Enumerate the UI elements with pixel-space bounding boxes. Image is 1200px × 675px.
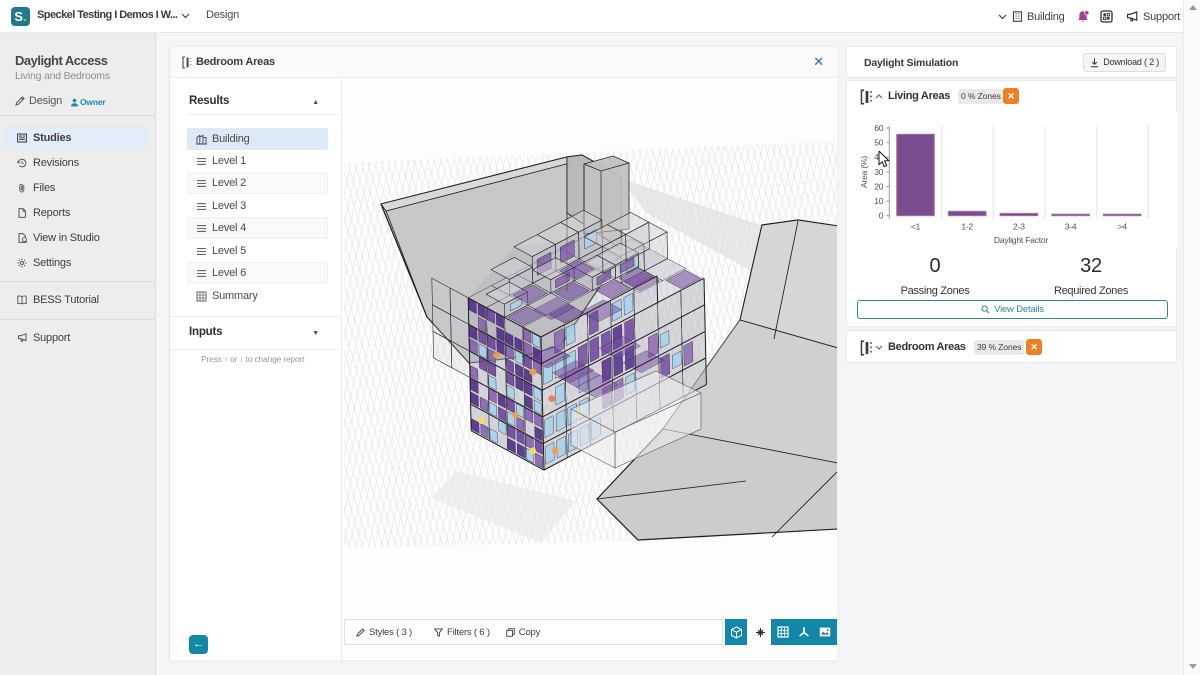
svg-text:10: 10 bbox=[874, 196, 884, 206]
svg-text:20: 20 bbox=[874, 182, 884, 192]
svg-text:>4: >4 bbox=[1118, 222, 1128, 232]
svg-text:50: 50 bbox=[874, 138, 884, 148]
svg-text:<1: <1 bbox=[911, 222, 921, 232]
svg-text:2-3: 2-3 bbox=[1013, 222, 1025, 232]
svg-text:Area (%): Area (%) bbox=[859, 156, 869, 188]
svg-text:3-4: 3-4 bbox=[1065, 222, 1077, 232]
svg-text:0: 0 bbox=[879, 211, 884, 221]
svg-text:Daylight Factor: Daylight Factor bbox=[994, 235, 1049, 245]
svg-text:60: 60 bbox=[874, 123, 884, 133]
svg-text:1-2: 1-2 bbox=[961, 222, 973, 232]
